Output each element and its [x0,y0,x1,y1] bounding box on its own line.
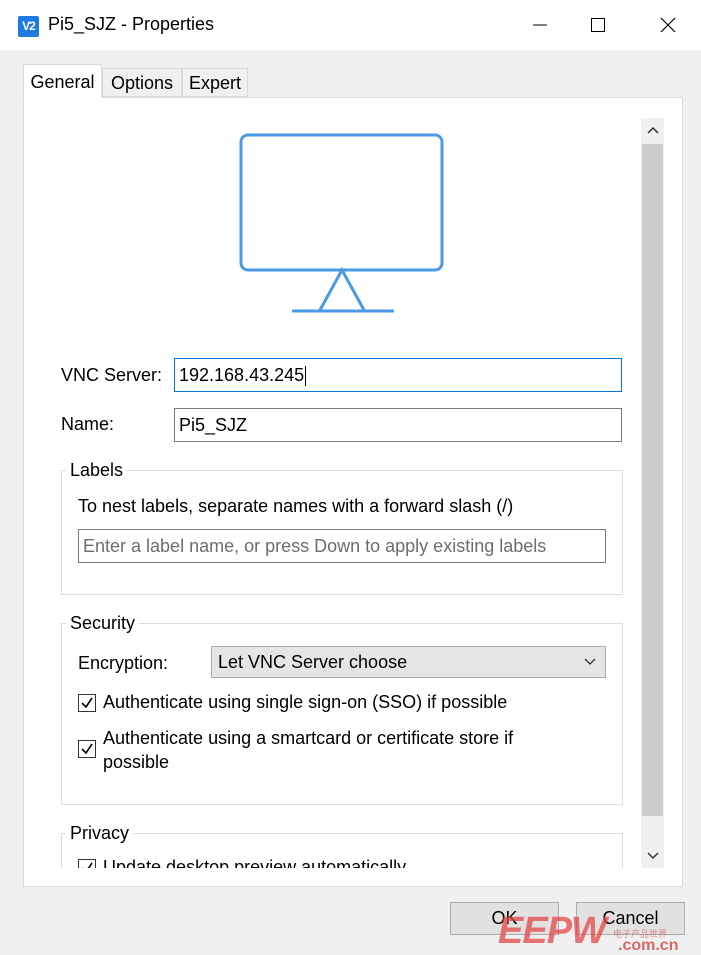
sso-label[interactable]: Authenticate using single sign-on (SSO) … [103,692,507,713]
tab-expert[interactable]: Expert [182,68,248,97]
chevron-down-icon [646,852,659,860]
sso-checkbox[interactable] [78,694,96,712]
chevron-up-icon [646,126,659,134]
smartcard-label-line1[interactable]: Authenticate using a smartcard or certif… [103,728,513,749]
label-name-placeholder: Enter a label name, or press Down to app… [83,536,547,556]
close-button[interactable] [648,10,688,40]
encryption-select[interactable]: Let VNC Server choose [211,646,606,678]
label-name-input[interactable]: Enter a label name, or press Down to app… [78,529,606,563]
smartcard-checkbox[interactable] [78,740,96,758]
scroll-down-button[interactable] [641,844,664,868]
maximize-icon [591,18,605,32]
minimize-icon [533,24,547,26]
tab-general[interactable]: General [23,64,102,98]
title-bar: V2 Pi5_SJZ - Properties [0,0,701,50]
labels-hint: To nest labels, separate names with a fo… [78,496,514,516]
close-icon [660,17,676,33]
eepw-watermark-logo: EEPW [498,910,607,952]
encryption-value: Let VNC Server choose [218,652,408,672]
checkmark-icon [81,743,93,755]
text-cursor [305,366,307,387]
vnc-server-input[interactable]: 192.168.43.245 [174,358,622,392]
privacy-group-title: Privacy [66,823,134,844]
labels-group-title: Labels [66,460,128,481]
monitor-stand-icon [239,133,444,313]
scroll-up-button[interactable] [641,118,664,142]
window-title: Pi5_SJZ - Properties [48,14,215,34]
preview-checkbox[interactable] [78,859,96,868]
vertical-scrollbar[interactable] [641,118,664,868]
name-value: Pi5_SJZ [179,415,248,435]
minimize-button[interactable] [520,10,560,40]
checkmark-icon [81,697,93,709]
smartcard-label-line2[interactable]: possible [103,752,169,773]
tab-options[interactable]: Options [102,68,182,97]
encryption-label: Encryption: [78,653,169,673]
checkmark-icon [82,862,93,868]
vnc-server-label: VNC Server: [61,365,163,385]
eepw-watermark-domain: .com.cn [618,937,679,954]
security-group-title: Security [66,613,140,634]
name-input[interactable]: Pi5_SJZ [174,408,622,442]
name-label: Name: [61,414,115,434]
chevron-down-icon [583,647,597,686]
scrollbar-thumb[interactable] [642,144,663,816]
general-tab-panel: VNC Server: 192.168.43.245 Name: Pi5_SJZ… [23,97,683,887]
vnc-server-value: 192.168.43.245 [179,365,305,385]
general-scroll-area: VNC Server: 192.168.43.245 Name: Pi5_SJZ… [24,98,640,868]
vnc-app-icon: V2 [18,16,39,37]
maximize-button[interactable] [578,10,618,40]
preview-label[interactable]: Update desktop preview automatically [103,857,406,868]
